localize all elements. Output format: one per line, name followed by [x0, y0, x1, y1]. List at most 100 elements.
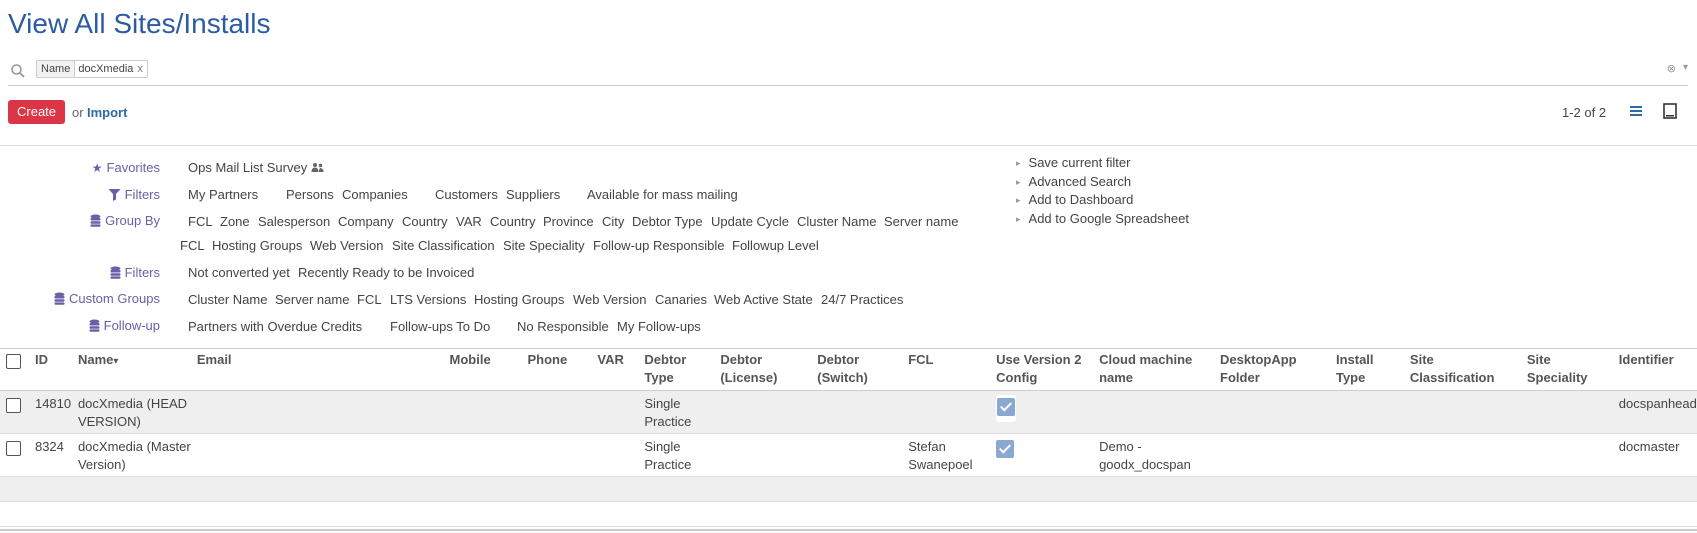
column-header-debtor-switch[interactable]: Debtor (Switch) [817, 349, 908, 391]
group-by-item[interactable]: Company [338, 214, 394, 229]
column-header-debtor-license[interactable]: Debtor (License) [720, 349, 817, 391]
cell-debtor-license [720, 434, 817, 477]
custom-group-item[interactable]: FCL [357, 292, 382, 307]
facet-remove-button[interactable]: x [136, 61, 147, 77]
group-by-item[interactable]: Country [402, 214, 448, 229]
filter-item[interactable]: Companies [342, 187, 408, 202]
select-all-checkbox[interactable] [6, 354, 21, 369]
custom-group-item[interactable]: Web Version [573, 292, 646, 307]
group-by-item[interactable]: Site Classification [392, 238, 495, 253]
search-facet-name: Name docXmedia x [36, 60, 148, 78]
toolbar-divider [0, 145, 1697, 146]
follow-up-item[interactable]: My Follow-ups [617, 319, 701, 334]
cell-use-version-2-config [996, 391, 1099, 434]
cell-desktopapp-folder [1220, 391, 1336, 434]
group-by-item[interactable]: VAR [456, 214, 482, 229]
group-by-item[interactable]: Follow-up Responsible [593, 238, 725, 253]
create-button[interactable]: Create [8, 100, 66, 124]
cell-var [597, 434, 644, 477]
custom-group-item[interactable]: Canaries [655, 292, 707, 307]
custom-group-item[interactable]: Hosting Groups [474, 292, 564, 307]
cell-desktopapp-folder [1220, 434, 1336, 477]
column-header-install-type[interactable]: Install Type [1336, 349, 1410, 391]
filter2-item[interactable]: Not converted yet [188, 265, 290, 280]
column-header-desktopapp-folder[interactable]: DesktopApp Folder [1220, 349, 1336, 391]
or-text: or [72, 105, 84, 120]
row-checkbox[interactable] [6, 441, 21, 456]
group-by-item[interactable]: Server name [884, 214, 958, 229]
list-view-icon[interactable] [1628, 103, 1644, 119]
follow-up-item[interactable]: Follow-ups To Do [390, 319, 490, 334]
group-by-item[interactable]: Debtor Type [632, 214, 703, 229]
group-by-item[interactable]: City [602, 214, 624, 229]
filter-item[interactable]: Available for mass mailing [587, 187, 738, 202]
filter2-item[interactable]: Recently Ready to be Invoiced [298, 265, 474, 280]
column-header-site-speciality[interactable]: Site Speciality [1527, 349, 1619, 391]
custom-group-item[interactable]: 24/7 Practices [821, 292, 903, 307]
group-by-item[interactable]: Province [543, 214, 594, 229]
custom-group-item[interactable]: Server name [275, 292, 349, 307]
cell-identifier: docmaster [1618, 439, 1680, 454]
group-by-item[interactable]: Web Version [310, 238, 383, 253]
cell-phone [527, 391, 597, 434]
filter-item[interactable]: Suppliers [506, 187, 560, 202]
row-checkbox[interactable] [6, 398, 21, 413]
custom-group-item[interactable]: Web Active State [714, 292, 813, 307]
column-header-site-classification[interactable]: Site Classification [1410, 349, 1527, 391]
filter-item[interactable]: My Partners [188, 187, 258, 202]
empty-table-row [0, 476, 1697, 502]
column-header-var[interactable]: VAR [597, 349, 644, 391]
group-by-item[interactable]: Cluster Name [797, 214, 876, 229]
follow-up-item[interactable]: No Responsible [517, 319, 609, 334]
group-by-section-label: Group By [90, 213, 160, 228]
column-header-mobile[interactable]: Mobile [450, 349, 528, 391]
advanced-search-link[interactable]: Advanced Search [1016, 174, 1132, 189]
group-by-item[interactable]: Country [490, 214, 536, 229]
cell-site-speciality [1527, 434, 1619, 477]
follow-up-item[interactable]: Partners with Overdue Credits [188, 319, 362, 334]
cell-email [197, 434, 450, 477]
table-row[interactable]: 14810 docXmedia (HEAD VERSION) Single Prac… [0, 390, 1697, 434]
cell-site-classification [1410, 391, 1527, 434]
search-bar[interactable]: Name docXmedia x ⊗ ▾ [8, 58, 1688, 86]
cell-mobile [450, 434, 528, 477]
page-title: View All Sites/Installs [8, 8, 271, 39]
column-header-email[interactable]: Email [197, 349, 450, 391]
group-by-item[interactable]: FCL [180, 238, 205, 253]
cell-fcl [908, 391, 996, 434]
group-by-item[interactable]: Update Cycle [711, 214, 789, 229]
filter-item[interactable]: Persons [286, 187, 334, 202]
group-by-item[interactable]: Salesperson [258, 214, 330, 229]
search-options-toggle-icon[interactable]: ▾ [1683, 62, 1688, 73]
custom-group-item[interactable]: Cluster Name [188, 292, 267, 307]
custom-groups-section-label: Custom Groups [54, 291, 160, 306]
column-header-identifier[interactable]: Identifier [1619, 349, 1697, 391]
add-to-google-spreadsheet-link[interactable]: Add to Google Spreadsheet [1016, 211, 1189, 226]
save-current-filter-link[interactable]: Save current filter [1016, 155, 1131, 170]
filter-icon [108, 189, 121, 201]
column-header-id[interactable]: ID [35, 349, 78, 391]
clear-search-icon[interactable]: ⊗ [1667, 62, 1676, 75]
column-header-phone[interactable]: Phone [527, 349, 597, 391]
group-by-item[interactable]: Zone [220, 214, 250, 229]
database-icon [89, 319, 100, 332]
form-view-icon[interactable] [1663, 103, 1677, 119]
pager-value[interactable]: 1-2 of 2 [1562, 105, 1606, 120]
group-by-item[interactable]: Hosting Groups [212, 238, 302, 253]
column-header-debtor-type[interactable]: Debtor Type [644, 349, 720, 391]
custom-group-item[interactable]: LTS Versions [390, 292, 466, 307]
column-header-fcl[interactable]: FCL [908, 349, 996, 391]
favorite-item[interactable]: Ops Mail List Survey [188, 160, 307, 175]
group-by-item[interactable]: Site Speciality [503, 238, 585, 253]
column-header-name[interactable]: Name▾ [78, 349, 197, 391]
import-link[interactable]: Import [87, 105, 127, 120]
cell-install-type [1336, 391, 1410, 434]
table-row[interactable]: 8324 docXmedia (Master Version) Single Pra… [0, 434, 1697, 477]
filter-item[interactable]: Customers [435, 187, 498, 202]
add-to-dashboard-link[interactable]: Add to Dashboard [1016, 192, 1134, 207]
group-by-item[interactable]: FCL [188, 214, 213, 229]
column-header-use-version-2-config[interactable]: Use Version 2 Config [996, 349, 1099, 391]
database-icon [90, 214, 101, 227]
column-header-cloud-machine-name[interactable]: Cloud machine name [1099, 349, 1220, 391]
group-by-item[interactable]: Followup Level [732, 238, 819, 253]
